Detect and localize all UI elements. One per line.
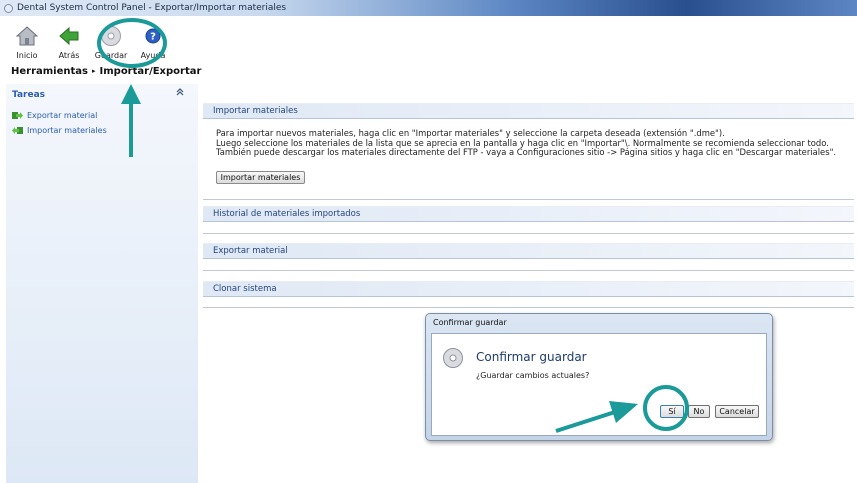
sidebar-item-import-materials[interactable]: Importar materiales bbox=[12, 126, 107, 135]
export-arrow-icon bbox=[12, 111, 23, 120]
sidebar-item-label: Exportar material bbox=[27, 111, 98, 120]
highlight-circle-save bbox=[97, 18, 167, 68]
sidebar-header[interactable]: Tareas bbox=[12, 90, 45, 100]
home-button[interactable]: Inicio bbox=[8, 16, 46, 62]
app-icon bbox=[4, 3, 13, 13]
home-label: Inicio bbox=[16, 51, 38, 60]
import-arrow-icon bbox=[12, 126, 23, 135]
section-header-import-materials[interactable]: Importar materiales bbox=[203, 103, 854, 119]
back-button[interactable]: Atrás bbox=[50, 16, 88, 62]
save-disc-icon bbox=[442, 347, 464, 369]
sidebar: Tareas Exportar material Importar materi… bbox=[6, 84, 198, 483]
highlight-circle-yes bbox=[643, 385, 689, 431]
dialog-body: Confirmar guardar ¿Guardar cambios actua… bbox=[431, 333, 767, 436]
back-arrow-icon bbox=[58, 25, 80, 47]
sidebar-item-export-material[interactable]: Exportar material bbox=[12, 111, 97, 120]
breadcrumb-parent[interactable]: Herramientas bbox=[11, 66, 88, 77]
back-label: Atrás bbox=[58, 51, 80, 60]
breadcrumb-separator-icon: ▸ bbox=[92, 67, 96, 75]
import-materials-button[interactable]: Importar materiales bbox=[216, 171, 305, 184]
dialog-heading: Confirmar guardar bbox=[476, 350, 587, 364]
import-instructions: Para importar nuevos materiales, haga cl… bbox=[216, 128, 837, 158]
instruction-line: También puede descargar los materiales d… bbox=[216, 147, 837, 157]
dialog-title: Confirmar guardar bbox=[433, 318, 507, 327]
section-header-clone-system[interactable]: Clonar sistema bbox=[203, 281, 854, 297]
divider bbox=[203, 199, 854, 200]
breadcrumb: Herramientas ▸ Importar/Exportar bbox=[11, 66, 201, 77]
double-chevron-up-icon[interactable] bbox=[176, 88, 184, 99]
cancel-button[interactable]: Cancelar bbox=[715, 405, 759, 418]
sidebar-item-label: Importar materiales bbox=[27, 126, 107, 135]
breadcrumb-current: Importar/Exportar bbox=[99, 66, 202, 77]
window-titlebar: Dental System Control Panel - Exportar/I… bbox=[0, 0, 857, 16]
section-header-export-material[interactable]: Exportar material bbox=[203, 243, 854, 259]
divider bbox=[203, 307, 854, 308]
window-title: Dental System Control Panel - Exportar/I… bbox=[17, 3, 287, 13]
home-icon bbox=[16, 25, 38, 47]
section-header-import-history[interactable]: Historial de materiales importados bbox=[203, 206, 854, 222]
divider bbox=[203, 270, 854, 271]
divider bbox=[203, 233, 854, 234]
dialog-message: ¿Guardar cambios actuales? bbox=[476, 371, 590, 380]
no-button[interactable]: No bbox=[688, 405, 710, 418]
confirm-save-dialog: Confirmar guardar Confirmar guardar ¿Gua… bbox=[425, 313, 773, 441]
